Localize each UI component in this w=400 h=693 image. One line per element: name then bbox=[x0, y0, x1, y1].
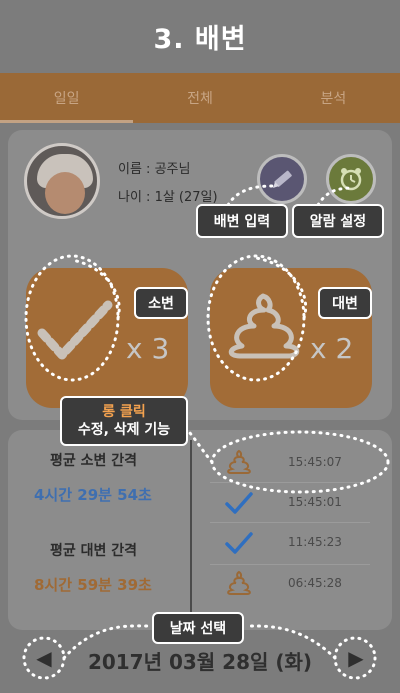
callout-stool: 대변 bbox=[318, 287, 372, 319]
stool-interval-value: 8시간 59분 39초 bbox=[34, 576, 152, 594]
profile-name: 이름 : 공주님 bbox=[118, 162, 191, 177]
callout-long-click-title: 롱 클릭 bbox=[102, 404, 146, 420]
tab-daily[interactable]: 일일 bbox=[0, 73, 134, 123]
log-separator bbox=[210, 522, 370, 523]
tab-all[interactable]: 전체 bbox=[133, 73, 266, 123]
log-entry[interactable]: 06:45:28 bbox=[210, 566, 370, 602]
log-time: 06:45:28 bbox=[288, 576, 342, 590]
log-separator bbox=[210, 564, 370, 565]
callout-long-click: 롱 클릭 수정, 삭제 기능 bbox=[60, 396, 188, 446]
callout-long-click-desc: 수정, 삭제 기능 bbox=[77, 422, 171, 438]
check-icon bbox=[225, 532, 253, 554]
callout-poop-input: 배변 입력 bbox=[196, 204, 288, 238]
poop-icon bbox=[227, 449, 251, 474]
callout-date-select: 날짜 선택 bbox=[152, 612, 244, 644]
alarm-clock-icon bbox=[340, 168, 362, 191]
callout-urine: 소변 bbox=[134, 287, 188, 319]
log-time: 15:45:01 bbox=[288, 495, 342, 509]
check-icon bbox=[37, 300, 113, 360]
next-date-button[interactable]: ▶ bbox=[334, 636, 378, 680]
profile-age: 나이 : 1살 (27일) bbox=[118, 190, 218, 205]
poop-icon bbox=[228, 293, 300, 359]
poop-icon bbox=[227, 570, 251, 595]
page-title: 3. 배변 bbox=[153, 24, 247, 55]
log-separator bbox=[210, 482, 370, 483]
prev-date-button[interactable]: ◀ bbox=[22, 636, 66, 680]
urine-interval-label: 평균 소변 간격 bbox=[50, 453, 138, 469]
urine-interval-value: 4시간 29분 54초 bbox=[34, 486, 152, 504]
stool-count: x 2 bbox=[310, 332, 354, 365]
check-icon bbox=[225, 492, 253, 514]
pencil-icon bbox=[273, 170, 292, 188]
alarm-setting-button[interactable] bbox=[326, 154, 376, 204]
stool-interval-label: 평균 대변 간격 bbox=[50, 543, 138, 559]
poop-input-button[interactable] bbox=[257, 154, 307, 204]
log-time: 11:45:23 bbox=[288, 535, 342, 549]
date-display[interactable]: 2017년 03월 28일 (화) bbox=[85, 640, 315, 680]
callout-alarm-setting: 알람 설정 bbox=[292, 204, 384, 238]
divider bbox=[190, 440, 192, 620]
log-entry[interactable]: 15:45:01 bbox=[210, 486, 370, 522]
log-entry[interactable]: 11:45:23 bbox=[210, 526, 370, 562]
tab-bar: 일일 전체 분석 bbox=[0, 73, 400, 123]
tab-analysis[interactable]: 분석 bbox=[267, 73, 400, 123]
log-time: 15:45:07 bbox=[288, 455, 342, 469]
log-entry[interactable]: 15:45:07 bbox=[210, 444, 370, 480]
avatar bbox=[24, 143, 100, 219]
urine-count: x 3 bbox=[126, 332, 170, 365]
